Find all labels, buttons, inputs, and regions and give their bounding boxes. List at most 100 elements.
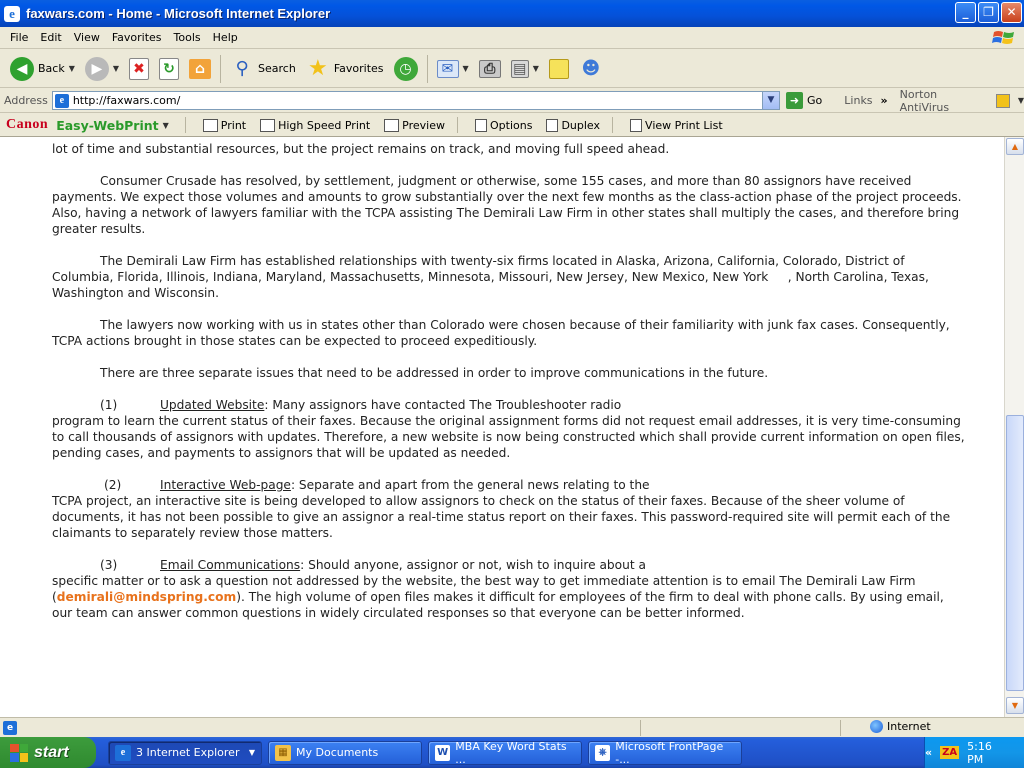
back-dropdown-icon[interactable]: ▼ xyxy=(69,64,75,73)
item-number: (2) xyxy=(104,478,122,492)
stop-button[interactable]: ✖ xyxy=(125,53,153,85)
chevron-right-icon[interactable]: » xyxy=(881,94,888,107)
scroll-down-arrow-icon[interactable]: ▼ xyxy=(1006,697,1024,714)
tray-expand-icon[interactable]: « xyxy=(925,746,932,759)
refresh-button[interactable]: ↻ xyxy=(155,53,183,85)
title-bar: e faxwars.com - Home - Microsoft Interne… xyxy=(0,0,1024,27)
window-controls: _ ❐ ✕ xyxy=(955,2,1022,23)
taskbar-item-internet-explorer[interactable]: e 3 Internet Explorer ▼ xyxy=(108,740,262,765)
home-button[interactable]: ⌂ xyxy=(185,53,215,85)
vertical-scrollbar[interactable]: ▲ ▼ xyxy=(1004,137,1024,717)
history-button[interactable]: ◷ xyxy=(390,53,422,85)
toolbar-separator xyxy=(612,117,614,133)
start-button[interactable]: start xyxy=(0,737,96,768)
page-status-icon: e xyxy=(3,720,17,735)
minimize-button[interactable]: _ xyxy=(955,2,976,23)
go-label: Go xyxy=(807,94,823,107)
norton-dropdown-icon[interactable]: ▼ xyxy=(1018,96,1024,105)
favorites-label: Favorites xyxy=(333,62,384,75)
email-link[interactable]: demirali@mindspring.com xyxy=(57,590,236,604)
canon-duplex-label: Duplex xyxy=(561,118,601,132)
windows-logo-icon xyxy=(992,31,1014,44)
search-icon: ⚲ xyxy=(235,57,249,79)
scroll-up-arrow-icon[interactable]: ▲ xyxy=(1006,138,1024,155)
canon-duplex-button[interactable]: Duplex xyxy=(546,118,601,132)
group-dropdown-icon: ▼ xyxy=(248,748,255,757)
paragraph-1-text: Consumer Crusade has resolved, by settle… xyxy=(52,174,962,236)
edit-page-icon: ▤ xyxy=(510,59,529,78)
easy-webprint-menu[interactable]: Easy-WebPrint xyxy=(56,118,158,133)
address-url[interactable]: http://faxwars.com/ xyxy=(73,94,181,107)
canon-options-button[interactable]: Options xyxy=(475,118,532,132)
paragraph-2: The Demirali Law Firm has established re… xyxy=(52,253,967,301)
back-button[interactable]: ◀ Back ▼ xyxy=(6,53,79,85)
security-zone: Internet xyxy=(870,720,931,733)
menu-view[interactable]: View xyxy=(68,31,106,44)
favorites-button[interactable]: ★ Favorites xyxy=(302,53,388,85)
history-clock-icon: ◷ xyxy=(393,56,418,81)
taskbar-item-my-documents[interactable]: ▦ My Documents xyxy=(268,740,422,765)
address-input[interactable]: e http://faxwars.com/ ▼ xyxy=(51,91,781,110)
zone-label: Internet xyxy=(887,720,931,733)
discuss-button[interactable] xyxy=(545,53,573,85)
search-button[interactable]: ⚲ Search xyxy=(226,53,300,85)
paragraph-4-text: There are three separate issues that nee… xyxy=(100,366,769,380)
canon-high-speed-print-button[interactable]: High Speed Print xyxy=(260,118,371,132)
refresh-icon: ↻ xyxy=(159,57,180,80)
links-button[interactable]: Links xyxy=(844,94,872,107)
system-tray: « ZA 5:16 PM xyxy=(924,737,1024,768)
go-arrow-icon: ➜ xyxy=(786,92,804,109)
canon-view-print-list-button[interactable]: View Print List xyxy=(630,118,723,132)
home-icon: ⌂ xyxy=(189,58,212,79)
close-button[interactable]: ✕ xyxy=(1001,2,1022,23)
item-title: Interactive Web-page xyxy=(160,478,291,492)
print-icon xyxy=(202,118,218,132)
edit-button[interactable]: ▤ ▼ xyxy=(507,53,543,85)
forward-dropdown-icon[interactable]: ▼ xyxy=(113,64,119,73)
status-cell xyxy=(640,719,641,736)
scrollbar-thumb[interactable] xyxy=(1006,415,1024,691)
menu-favorites[interactable]: Favorites xyxy=(106,31,168,44)
menu-file[interactable]: File xyxy=(4,31,34,44)
menu-tools[interactable]: Tools xyxy=(168,31,207,44)
status-cell xyxy=(840,719,841,736)
window-title: faxwars.com - Home - Microsoft Internet … xyxy=(26,6,331,21)
stop-icon: ✖ xyxy=(129,57,150,80)
notes-icon xyxy=(548,58,569,79)
item-lead: : Should anyone, assignor or not, wish t… xyxy=(300,558,646,572)
canon-view-print-list-label: View Print List xyxy=(645,118,723,132)
menu-help[interactable]: Help xyxy=(207,31,244,44)
options-icon xyxy=(475,118,487,132)
print-button[interactable]: ⎙ xyxy=(475,53,505,85)
mail-icon: ✉ xyxy=(436,59,459,78)
zonealarm-icon[interactable]: ZA xyxy=(940,746,960,759)
ie-icon: e xyxy=(115,744,131,761)
canon-high-speed-label: High Speed Print xyxy=(278,118,371,132)
norton-antivirus-button[interactable]: Norton AntiVirus xyxy=(900,88,990,114)
menu-edit[interactable]: Edit xyxy=(34,31,67,44)
mail-button[interactable]: ✉ ▼ xyxy=(433,53,473,85)
taskbar: start e 3 Internet Explorer ▼ ▦ My Docum… xyxy=(0,737,1024,768)
taskbar-item-frontpage[interactable]: ⎈ Microsoft FrontPage -... xyxy=(588,740,742,766)
clock[interactable]: 5:16 PM xyxy=(967,740,1008,766)
forward-button[interactable]: ▶ ▼ xyxy=(81,53,123,85)
canon-preview-button[interactable]: Preview xyxy=(384,118,445,132)
ie-icon: e xyxy=(4,5,20,22)
mail-dropdown-icon[interactable]: ▼ xyxy=(463,64,469,73)
list-item: (3) Email Communications: Should anyone, … xyxy=(52,557,967,621)
edit-dropdown-icon[interactable]: ▼ xyxy=(533,64,539,73)
messenger-button[interactable]: ☻ xyxy=(575,53,607,85)
address-dropdown-icon[interactable]: ▼ xyxy=(762,92,780,109)
print-list-icon xyxy=(630,118,643,132)
go-button[interactable]: ➜ Go xyxy=(786,92,822,109)
easy-webprint-dropdown-icon[interactable]: ▼ xyxy=(163,121,169,130)
back-arrow-icon: ◀ xyxy=(10,56,34,81)
norton-icon[interactable] xyxy=(995,93,1010,108)
taskbar-item-word-document[interactable]: W MBA Key Word Stats ... xyxy=(428,740,582,766)
item-number: (3) xyxy=(100,558,118,572)
canon-print-button[interactable]: Print xyxy=(202,118,246,132)
folder-icon: ▦ xyxy=(275,744,291,761)
item-body: TCPA project, an interactive site is bei… xyxy=(52,494,951,540)
forward-arrow-icon: ▶ xyxy=(84,56,109,81)
maximize-button[interactable]: ❐ xyxy=(978,2,999,23)
